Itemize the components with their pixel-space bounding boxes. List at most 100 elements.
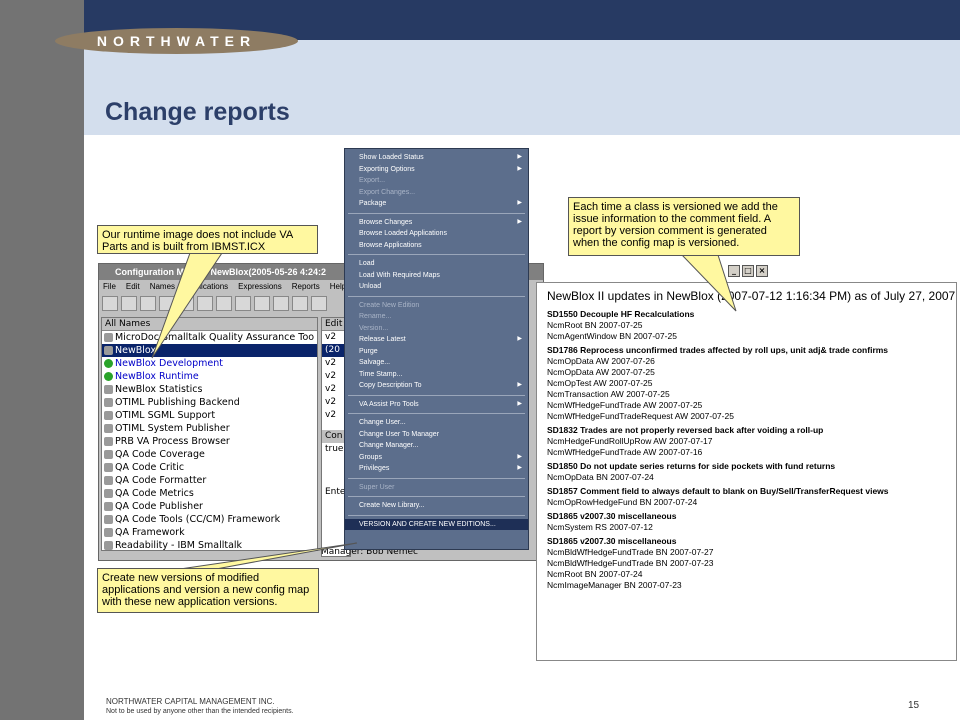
menu-item-label: Exporting Options (359, 165, 415, 173)
run-icon[interactable] (254, 296, 270, 311)
context-menu-item[interactable]: Privileges ▶ (345, 463, 528, 475)
report-section-heading: SD1832 Trades are not properly reversed … (547, 425, 824, 435)
menu-names[interactable]: Names (150, 282, 175, 291)
list-item[interactable]: NewBlox Runtime (102, 370, 317, 383)
new-icon[interactable] (102, 296, 118, 311)
settings-icon[interactable] (311, 296, 327, 311)
context-menu-item[interactable]: Create New Library... (345, 500, 528, 512)
context-menu-item[interactable]: Package ▶ (345, 198, 528, 210)
context-menu-item[interactable]: Release Latest ▶ (345, 334, 528, 346)
menu-item-label: Load (359, 260, 375, 267)
report-entry: NcmRoot BN 2007-07-24 (547, 569, 643, 579)
menu-file[interactable]: File (103, 282, 116, 291)
context-menu-item[interactable]: Browse Loaded Applications (345, 228, 528, 240)
context-menu-item[interactable]: Salvage... (345, 357, 528, 369)
report-entry: NcmBldWfHedgeFundTrade BN 2007-07-23 (547, 558, 714, 568)
list-item[interactable]: QA Code Coverage (102, 448, 317, 461)
cut-icon[interactable] (178, 296, 194, 311)
report-section: SD1832 Trades are not properly reversed … (547, 424, 956, 458)
report-entry: NcmWfHedgeFundTrade AW 2007-07-25 (547, 400, 703, 410)
list-item-label: NewBlox Development (115, 358, 223, 369)
list-item[interactable]: NewBlox Statistics (102, 383, 317, 396)
menu-separator (348, 212, 525, 214)
browse-icon[interactable] (235, 296, 251, 311)
list-item-label: PRB VA Process Browser (115, 436, 230, 447)
debug-icon[interactable] (273, 296, 289, 311)
list-item[interactable]: NewBlox (102, 344, 317, 357)
submenu-arrow-icon: ▶ (517, 218, 522, 225)
list-item[interactable]: QA Code Metrics (102, 487, 317, 500)
menu-item-label: Load With Required Maps (359, 271, 440, 279)
menu-separator (348, 394, 525, 396)
list-item[interactable]: QA Code Publisher (102, 500, 317, 513)
context-menu-item[interactable]: Change User To Manager (345, 429, 528, 441)
maximize-icon[interactable]: □ (742, 265, 754, 277)
context-menu-item[interactable]: VA Assist Pro Tools ▶ (345, 399, 528, 411)
context-menu-item[interactable]: Browse Changes ▶ (345, 217, 528, 229)
paste-icon[interactable] (216, 296, 232, 311)
list-item[interactable]: QA Code Formatter (102, 474, 317, 487)
minimize-icon[interactable]: _ (728, 265, 740, 277)
menu-item-label: VA Assist Pro Tools (359, 400, 419, 408)
context-menu-item[interactable]: Groups ▶ (345, 452, 528, 464)
menu-reports[interactable]: Reports (292, 282, 320, 291)
menu-item-label: Change Manager... (359, 442, 419, 449)
report-section: SD1865 v2007.30 miscellaneous NcmSystem R… (547, 510, 956, 533)
context-menu-item[interactable]: Purge (345, 346, 528, 358)
list-item[interactable]: MicroDoc Smalltalk Quality Assurance Too (102, 331, 317, 344)
list-item-label: OTIML System Publisher (115, 423, 230, 434)
context-menu-item[interactable]: Time Stamp... (345, 369, 528, 381)
list-item[interactable]: QA Code Critic (102, 461, 317, 474)
menu-expressions[interactable]: Expressions (238, 282, 282, 291)
list-item[interactable]: NewBlox Development (102, 357, 317, 370)
context-menu-item[interactable]: Load (345, 258, 528, 270)
list-item-label: QA Code Metrics (115, 488, 194, 499)
report-entry: NcmWfHedgeFundTrade AW 2007-07-16 (547, 447, 703, 457)
menu-item-label: Purge (359, 347, 378, 355)
context-menu-item[interactable]: Unload (345, 281, 528, 293)
open-icon[interactable] (121, 296, 137, 311)
context-menu-item[interactable]: Exporting Options ▶ (345, 164, 528, 176)
palette-icon[interactable] (292, 296, 308, 311)
loaded-status-icon (104, 372, 113, 381)
copy-icon[interactable] (197, 296, 213, 311)
application-icon (104, 398, 113, 407)
context-menu: Show Loaded Status ▶ Exporting Options ▶ Exp… (344, 148, 529, 550)
list-item[interactable]: Readability - IBM Smalltalk (102, 539, 317, 552)
context-menu-item[interactable]: VERSION AND CREATE NEW EDITIONS... (345, 518, 528, 530)
report-section: SD1550 Decouple HF Recalculations NcmRoot… (547, 308, 956, 342)
context-menu-item[interactable]: Load With Required Maps (345, 270, 528, 282)
update-report: NewBlox II updates in NewBlox (2007-07-1… (536, 282, 957, 661)
list-item[interactable]: OTIML Publishing Backend (102, 396, 317, 409)
all-names-list[interactable]: All Names MicroDoc Smalltalk Quality Ass… (101, 317, 318, 551)
context-menu-item[interactable]: Browse Applications (345, 240, 528, 252)
context-menu-item[interactable]: Change Manager... (345, 440, 528, 452)
list-item[interactable]: QA Code Tools (CC/CM) Framework (102, 513, 317, 526)
close-icon[interactable]: × (756, 265, 768, 277)
menu-item-label: VERSION AND CREATE NEW EDITIONS... (359, 520, 496, 528)
list-item-label: MicroDoc Smalltalk Quality Assurance Too (115, 332, 315, 343)
context-menu-item[interactable]: Copy Description To ▶ (345, 380, 528, 392)
print-icon[interactable] (159, 296, 175, 311)
list-item[interactable]: OTIML System Publisher (102, 422, 317, 435)
list-item[interactable]: QA Framework (102, 526, 317, 539)
submenu-arrow-icon: ▶ (517, 382, 522, 388)
submenu-arrow-icon: ▶ (517, 453, 522, 460)
menu-separator (348, 413, 525, 414)
menu-separator (348, 295, 525, 297)
menu-separator (348, 477, 525, 479)
application-icon (104, 424, 113, 433)
menu-item-label: Salvage... (359, 359, 391, 366)
context-menu-item[interactable]: Show Loaded Status ▶ (345, 152, 528, 164)
menu-applications[interactable]: Applications (185, 282, 228, 291)
report-section-heading: SD1550 Decouple HF Recalculations (547, 309, 695, 319)
loaded-status-icon (104, 359, 113, 368)
menu-item-label: Change User... (359, 419, 406, 426)
menu-item-label: Unload (359, 283, 382, 290)
list-item[interactable]: PRB VA Process Browser (102, 435, 317, 448)
context-menu-item[interactable]: Change User... (345, 417, 528, 429)
list-item[interactable]: OTIML SGML Support (102, 409, 317, 422)
save-icon[interactable] (140, 296, 156, 311)
menu-edit[interactable]: Edit (126, 282, 140, 291)
report-entry: NcmOpTest AW 2007-07-25 (547, 378, 653, 388)
